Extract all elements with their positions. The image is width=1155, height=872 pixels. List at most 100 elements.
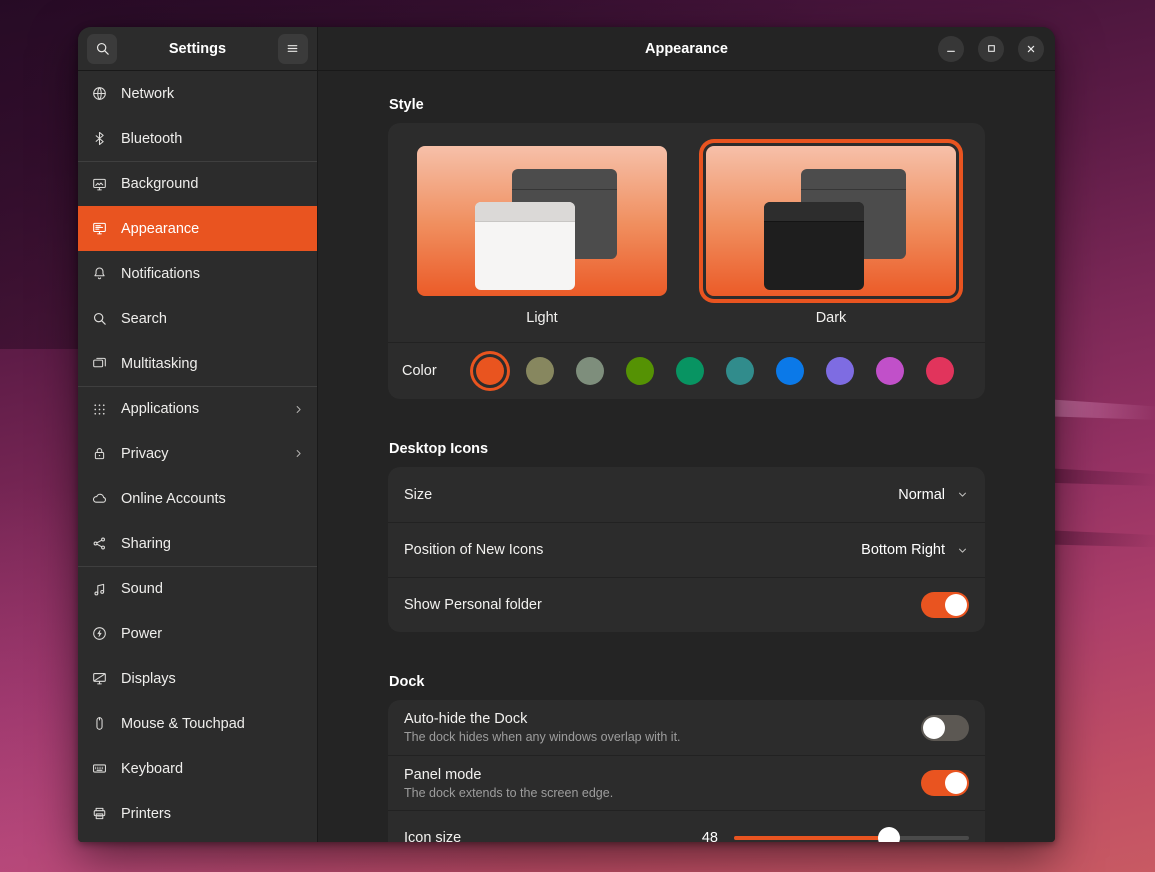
row-value: Normal: [898, 487, 945, 503]
sidebar-item-keyboard[interactable]: Keyboard: [78, 746, 317, 791]
style-section-title: Style: [389, 97, 985, 113]
sidebar-item-label: Sharing: [121, 536, 305, 552]
sidebar-item-sound[interactable]: Sound: [78, 566, 317, 611]
sidebar-item-sharing[interactable]: Sharing: [78, 521, 317, 566]
row-icon-size[interactable]: Icon size48: [388, 810, 985, 842]
row-texts: Size: [404, 487, 898, 503]
accent-swatch-bark[interactable]: [526, 357, 554, 385]
toggle-panel-mode[interactable]: [921, 770, 969, 796]
sidebar-item-multitasking[interactable]: Multitasking: [78, 341, 317, 386]
accent-swatch-viridian[interactable]: [676, 357, 704, 385]
sidebar-item-power[interactable]: Power: [78, 611, 317, 656]
page-title: Appearance: [645, 41, 728, 57]
network-icon: [91, 85, 108, 102]
row-texts: Auto-hide the DockThe dock hides when an…: [404, 711, 907, 744]
sidebar-item-appearance[interactable]: Appearance: [78, 206, 317, 251]
accent-swatch-prussian-green[interactable]: [726, 357, 754, 385]
style-option-light[interactable]: Light: [417, 146, 667, 326]
accent-swatch-olive[interactable]: [626, 357, 654, 385]
sidebar-item-displays[interactable]: Displays: [78, 656, 317, 701]
keyboard-icon: [91, 760, 108, 777]
sidebar-item-notifications[interactable]: Notifications: [78, 251, 317, 296]
dock-section-title: Dock: [389, 674, 985, 690]
row-label: Position of New Icons: [404, 542, 861, 558]
row-texts: Position of New Icons: [404, 542, 861, 558]
sidebar-header: Settings: [78, 27, 318, 71]
row-auto-hide-the-dock[interactable]: Auto-hide the DockThe dock hides when an…: [388, 700, 985, 755]
slider-icon-size[interactable]: [734, 827, 969, 842]
toggle-auto-hide-the-dock[interactable]: [921, 715, 969, 741]
accent-swatch-magenta[interactable]: [876, 357, 904, 385]
sidebar-item-label: Search: [121, 311, 305, 327]
toggle-knob: [945, 772, 967, 794]
style-option-dark[interactable]: Dark: [706, 146, 956, 326]
accent-swatch-orange[interactable]: [476, 357, 504, 385]
row-texts: Icon size: [404, 830, 702, 842]
settings-window: Settings Appearance Network Bluetooth Back…: [78, 27, 1055, 842]
accent-swatch-red[interactable]: [926, 357, 954, 385]
menu-button[interactable]: [278, 34, 308, 64]
sidebar-item-network[interactable]: Network: [78, 71, 317, 116]
chevron-down-icon: [956, 488, 969, 501]
row-panel-mode[interactable]: Panel mode The dock extends to the screen…: [388, 755, 985, 810]
sidebar-item-label: Keyboard: [121, 761, 305, 777]
slider-handle[interactable]: [878, 827, 900, 842]
close-icon: [1023, 41, 1039, 57]
bluetooth-icon: [91, 130, 108, 147]
minimize-icon: [943, 41, 959, 57]
style-section: Style Light: [388, 97, 985, 399]
thumbnail-front-window-dark: [764, 202, 864, 290]
power-icon: [91, 625, 108, 642]
applications-icon: [91, 401, 108, 418]
sidebar-item-background[interactable]: Background: [78, 161, 317, 206]
sidebar-item-label: Online Accounts: [121, 491, 305, 507]
toggle-show-personal-folder[interactable]: [921, 592, 969, 618]
sidebar-item-label: Displays: [121, 671, 305, 687]
row-label: Size: [404, 487, 898, 503]
desktop-icons-section: Desktop Icons SizeNormalPosition of New …: [388, 441, 985, 632]
accent-swatch-sage[interactable]: [576, 357, 604, 385]
desktop-icons-section-title: Desktop Icons: [389, 441, 985, 457]
slider-fill: [734, 836, 889, 840]
sidebar-item-printers[interactable]: Printers: [78, 791, 317, 836]
mouse-icon: [91, 715, 108, 732]
online-accounts-icon: [91, 490, 108, 507]
toggle-knob: [923, 717, 945, 739]
toggle-knob: [945, 594, 967, 616]
row-subtitle: The dock extends to the screen edge.: [404, 786, 907, 800]
sidebar-item-label: Appearance: [121, 221, 305, 237]
color-label: Color: [402, 363, 476, 379]
light-style-thumbnail: [417, 146, 667, 296]
row-label: Panel mode: [404, 767, 907, 783]
sidebar-item-applications[interactable]: Applications: [78, 386, 317, 431]
sidebar-item-label: Network: [121, 86, 305, 102]
sidebar-item-label: Background: [121, 176, 305, 192]
sidebar-item-label: Power: [121, 626, 305, 642]
accent-swatch-blue[interactable]: [776, 357, 804, 385]
multitasking-icon: [91, 355, 108, 372]
close-button[interactable]: [1018, 36, 1044, 62]
printers-icon: [91, 805, 108, 822]
row-show-personal-folder[interactable]: Show Personal folder: [388, 577, 985, 632]
sidebar-item-bluetooth[interactable]: Bluetooth: [78, 116, 317, 161]
displays-icon: [91, 670, 108, 687]
sidebar-item-label: Applications: [121, 401, 279, 417]
search-button[interactable]: [87, 34, 117, 64]
minimize-button[interactable]: [938, 36, 964, 62]
sidebar-item-online-accounts[interactable]: Online Accounts: [78, 476, 317, 521]
sidebar-item-mouse-touchpad[interactable]: Mouse & Touchpad: [78, 701, 317, 746]
accent-color-swatches: [476, 357, 954, 385]
row-position-of-new-icons[interactable]: Position of New IconsBottom Right: [388, 522, 985, 577]
chevron-down-icon: [956, 544, 969, 557]
sidebar-item-label: Multitasking: [121, 356, 305, 372]
main-header: Appearance: [318, 27, 1055, 71]
accent-swatch-purple[interactable]: [826, 357, 854, 385]
menu-icon: [284, 40, 301, 57]
sidebar-item-search[interactable]: Search: [78, 296, 317, 341]
chevron-right-icon: [292, 403, 305, 416]
row-label: Icon size: [404, 830, 702, 842]
row-size[interactable]: SizeNormal: [388, 467, 985, 522]
search-icon: [91, 310, 108, 327]
sidebar-item-privacy[interactable]: Privacy: [78, 431, 317, 476]
maximize-button[interactable]: [978, 36, 1004, 62]
